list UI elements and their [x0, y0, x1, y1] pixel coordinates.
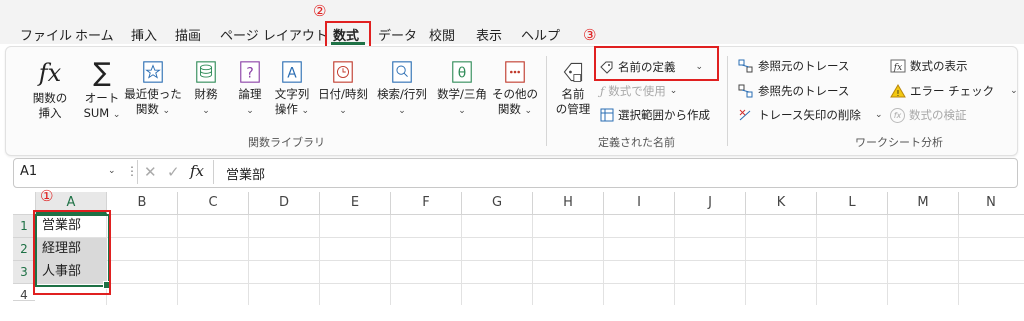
- formula-bar-divider: [137, 160, 138, 184]
- fx-small-icon: ƒ: [600, 84, 605, 98]
- annotation-box-cells: [33, 210, 111, 295]
- question-icon: ?: [240, 61, 260, 83]
- svg-text:A: A: [287, 66, 297, 82]
- lookup-reference-button[interactable]: 検索/行列 ⌄: [373, 60, 431, 119]
- annotation-box-define-name: [594, 46, 719, 81]
- group-label-formula-auditing: ワークシート分析: [855, 136, 943, 149]
- row-header[interactable]: 1: [13, 215, 35, 238]
- create-from-selection-button[interactable]: 選択範囲から作成: [600, 107, 710, 123]
- recently-used-button[interactable]: 最近使った 関数 ⌄: [124, 60, 182, 119]
- column-header[interactable]: L: [817, 192, 888, 214]
- logical-button[interactable]: ? 論理 ⌄: [232, 60, 268, 119]
- tab-file[interactable]: ファイル: [20, 25, 72, 44]
- tab-review[interactable]: 校閲: [429, 25, 455, 44]
- text-functions-button[interactable]: A 文字列 操作 ⌄: [270, 60, 314, 119]
- magnifier-icon: [392, 61, 412, 83]
- name-box-dropdown-icon[interactable]: ⌄: [108, 166, 116, 176]
- theta-icon: θ: [452, 61, 472, 83]
- financial-button[interactable]: 財務 ⌄: [187, 60, 225, 119]
- tab-view[interactable]: 表示: [476, 25, 502, 44]
- insert-function-icon[interactable]: fx: [190, 162, 204, 180]
- cell-grid[interactable]: [36, 215, 1024, 305]
- more-dots-icon: [505, 61, 525, 83]
- tab-page-layout[interactable]: ページ レイアウト: [220, 25, 328, 44]
- more-functions-button[interactable]: その他の 関数 ⌄: [492, 60, 538, 119]
- column-header[interactable]: N: [959, 192, 1023, 214]
- tab-draw[interactable]: 描画: [175, 25, 201, 44]
- column-header[interactable]: F: [391, 192, 462, 214]
- clock-icon: [333, 61, 353, 83]
- row-header[interactable]: 3: [13, 261, 35, 284]
- enter-icon[interactable]: ✓: [167, 163, 180, 181]
- name-tag-icon: [563, 62, 583, 82]
- evaluate-icon: fx: [890, 107, 905, 123]
- star-icon: [143, 61, 163, 83]
- trace-dependents-icon: [738, 84, 753, 98]
- chevron-down-icon: ⌄: [874, 110, 883, 120]
- annotation-number-2: ②: [313, 2, 327, 20]
- trace-precedents-icon: [738, 59, 753, 73]
- column-header[interactable]: E: [320, 192, 391, 214]
- column-header[interactable]: C: [178, 192, 249, 214]
- svg-text:!: !: [896, 89, 899, 98]
- sigma-icon: ∑: [93, 58, 111, 88]
- remove-arrows-button[interactable]: トレース矢印の削除 ⌄: [738, 107, 882, 123]
- insert-function-button[interactable]: fx 関数の 挿入: [30, 60, 70, 121]
- trace-dependents-button[interactable]: 参照先のトレース: [738, 83, 849, 99]
- formula-bar-divider: [213, 160, 214, 184]
- error-checking-button[interactable]: ! エラー チェック ⌄: [890, 83, 1018, 99]
- name-box[interactable]: A1: [20, 164, 37, 179]
- fx-icon: fx: [38, 59, 62, 87]
- group-label-function-library: 関数ライブラリ: [248, 136, 325, 149]
- tab-insert[interactable]: 挿入: [131, 25, 157, 44]
- math-trig-button[interactable]: θ 数学/三角 ⌄: [433, 60, 491, 119]
- show-formulas-button[interactable]: fx 数式の表示: [890, 58, 968, 74]
- show-formulas-icon: fx: [890, 59, 906, 73]
- column-header[interactable]: K: [746, 192, 817, 214]
- grid-select-icon: [600, 108, 614, 122]
- date-time-button[interactable]: 日付/時刻 ⌄: [315, 60, 371, 119]
- row-header[interactable]: 4: [13, 284, 35, 301]
- tab-data[interactable]: データ: [378, 25, 417, 44]
- column-header[interactable]: I: [604, 192, 675, 214]
- formula-bar: [13, 158, 1018, 188]
- tab-help[interactable]: ヘルプ: [521, 25, 560, 44]
- warning-icon: !: [890, 84, 906, 98]
- coins-icon: [196, 61, 216, 83]
- chevron-down-icon: ⌄: [669, 86, 678, 96]
- annotation-number-3: ③: [583, 26, 597, 44]
- group-label-defined-names: 定義された名前: [598, 136, 675, 149]
- tab-home[interactable]: ホーム: [75, 25, 114, 44]
- column-header[interactable]: J: [675, 192, 746, 214]
- text-a-icon: A: [282, 61, 302, 83]
- autosum-button[interactable]: ∑ オート SUM ⌄: [82, 60, 122, 123]
- remove-arrows-icon: [739, 109, 751, 121]
- group-separator: [727, 56, 728, 146]
- column-header[interactable]: G: [462, 192, 533, 214]
- svg-text:θ: θ: [458, 66, 466, 82]
- column-header[interactable]: B: [107, 192, 178, 214]
- column-header[interactable]: D: [249, 192, 320, 214]
- evaluate-formula-button[interactable]: fx 数式の検証: [890, 107, 967, 123]
- column-header[interactable]: M: [888, 192, 959, 214]
- svg-text:fx: fx: [893, 63, 902, 73]
- trace-precedents-button[interactable]: 参照元のトレース: [738, 58, 849, 74]
- row-header[interactable]: 2: [13, 238, 35, 261]
- chevron-down-icon: ⌄: [1010, 86, 1018, 96]
- column-header[interactable]: H: [533, 192, 604, 214]
- svg-text:?: ?: [246, 66, 253, 82]
- cancel-icon[interactable]: ✕: [144, 163, 157, 181]
- use-in-formula-button[interactable]: ƒ 数式で使用 ⌄: [600, 83, 677, 99]
- formula-input[interactable]: 営業部: [226, 164, 265, 183]
- group-separator: [546, 56, 547, 146]
- annotation-number-1: ①: [40, 187, 54, 205]
- name-manager-button[interactable]: 名前 の管理: [553, 60, 593, 117]
